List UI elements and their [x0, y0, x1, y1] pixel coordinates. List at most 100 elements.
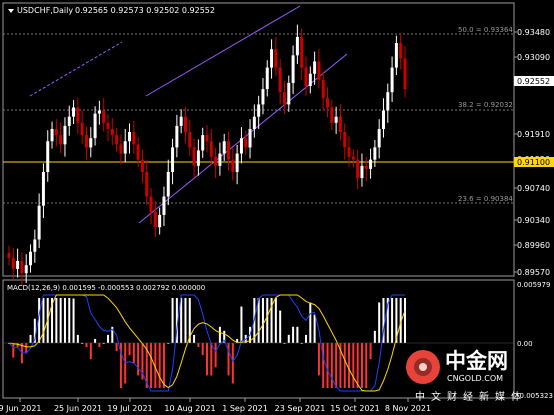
candle-body — [390, 67, 394, 93]
current-price-marker: 0.92552 — [514, 76, 554, 86]
candle-body — [369, 159, 373, 169]
macd-bar — [171, 298, 174, 343]
current-price-label: 0.92552 — [517, 77, 550, 86]
price-tick-10: 0.89570 — [517, 268, 550, 277]
candle-body — [313, 61, 317, 74]
candle-body — [136, 144, 140, 160]
macd-bar — [292, 326, 295, 343]
macd-bar — [85, 343, 88, 348]
candle-body — [110, 128, 114, 136]
macd-bar — [274, 298, 277, 343]
candle-body — [338, 116, 342, 133]
candle-body — [59, 135, 63, 145]
macd-bar — [356, 343, 359, 388]
macd-bar — [352, 343, 355, 388]
macd-bar — [150, 343, 153, 388]
macd-tick-zero: 0.00 — [517, 340, 533, 348]
candle-body — [239, 138, 243, 154]
candle-body — [278, 67, 282, 93]
symbol-label: USDCHF,Daily — [17, 6, 73, 15]
candle-body — [24, 265, 28, 274]
candle-body — [97, 110, 101, 114]
macd-bar — [313, 314, 316, 343]
candle-body — [205, 135, 209, 142]
candle-body — [386, 92, 390, 111]
time-axis[interactable]: 9 Jun 2021 25 Jun 2021 19 Jul 2021 10 Aug 2… — [0, 398, 431, 413]
candle-body — [287, 82, 291, 105]
candle-body — [300, 36, 304, 68]
price-tick-9: 0.89960 — [517, 241, 550, 250]
main-chart-area[interactable] — [2, 2, 515, 277]
candle-body — [123, 141, 127, 154]
candle-body — [248, 128, 252, 148]
macd-bar — [206, 343, 208, 376]
candle-body — [304, 67, 308, 87]
candle-body — [257, 104, 261, 117]
time-tick-1: 25 Jun 2021 — [54, 404, 102, 413]
macd-bar — [98, 343, 101, 348]
macd-bar — [180, 298, 183, 343]
macd-bar — [360, 343, 363, 388]
macd-bar — [76, 334, 79, 343]
candle-body — [63, 125, 67, 145]
fib-label-236: 23.6 = 0.90384 — [458, 195, 513, 203]
time-tick-7: 8 Nov 2021 — [385, 404, 431, 413]
candle-body — [106, 122, 110, 129]
candle-body — [171, 147, 175, 172]
time-tick-6: 15 Oct 2021 — [330, 404, 379, 413]
candle-body — [282, 92, 286, 105]
candle-body — [377, 128, 381, 148]
candle-body — [67, 116, 71, 126]
macd-bar — [68, 298, 71, 343]
macd-bar — [261, 298, 264, 343]
highlight-price-marker: 0.91100 — [514, 157, 554, 167]
macd-bar — [287, 334, 290, 343]
candle-body — [381, 110, 385, 129]
candle-body — [89, 138, 93, 148]
candle-body — [50, 128, 54, 142]
candle-body — [265, 67, 269, 90]
candle-body — [188, 132, 192, 148]
macd-bar — [197, 343, 200, 348]
candle-body — [403, 58, 407, 90]
macd-bar — [158, 343, 161, 388]
candle-body — [162, 196, 166, 215]
macd-bar — [12, 343, 15, 358]
macd-bar — [128, 343, 131, 356]
candle-body — [201, 135, 205, 151]
candle-body — [214, 156, 218, 166]
candle-body — [149, 196, 153, 212]
chart-window[interactable]: USDCHF,Daily 0.92565 0.92573 0.92502 0.9… — [0, 0, 554, 415]
candle-body — [153, 211, 157, 228]
candle-body — [84, 135, 88, 148]
candle-body — [115, 135, 119, 145]
candle-body — [218, 153, 222, 166]
candle-body — [29, 251, 33, 266]
macd-bar — [317, 343, 320, 376]
macd-bar — [257, 298, 260, 343]
candle-body — [235, 153, 239, 172]
price-tick-1: 0.93090 — [517, 53, 550, 62]
macd-bar — [404, 298, 406, 343]
macd-bar — [29, 334, 32, 343]
candle-body — [343, 132, 347, 148]
macd-bar — [266, 298, 269, 343]
candle-body — [11, 257, 15, 269]
price-axis[interactable]: 0.934800.930900.927000.919100.915200.907… — [514, 28, 550, 277]
price-tick-7: 0.90740 — [517, 184, 550, 193]
macd-bar — [94, 338, 97, 343]
candle-body — [291, 55, 295, 83]
macd-bar — [322, 343, 325, 388]
candle-body — [209, 141, 213, 157]
candle-body — [356, 159, 360, 179]
candle-body — [132, 132, 136, 145]
macd-bar — [365, 343, 368, 388]
candle-body — [196, 150, 200, 166]
watermark-title: 中金网 — [445, 349, 508, 373]
time-tick-5: 23 Sep 2021 — [275, 404, 326, 413]
macd-bar — [59, 298, 62, 343]
candle-body — [326, 98, 330, 108]
macd-bar — [25, 343, 28, 353]
candle-body — [394, 43, 398, 68]
macd-bar — [184, 298, 187, 343]
